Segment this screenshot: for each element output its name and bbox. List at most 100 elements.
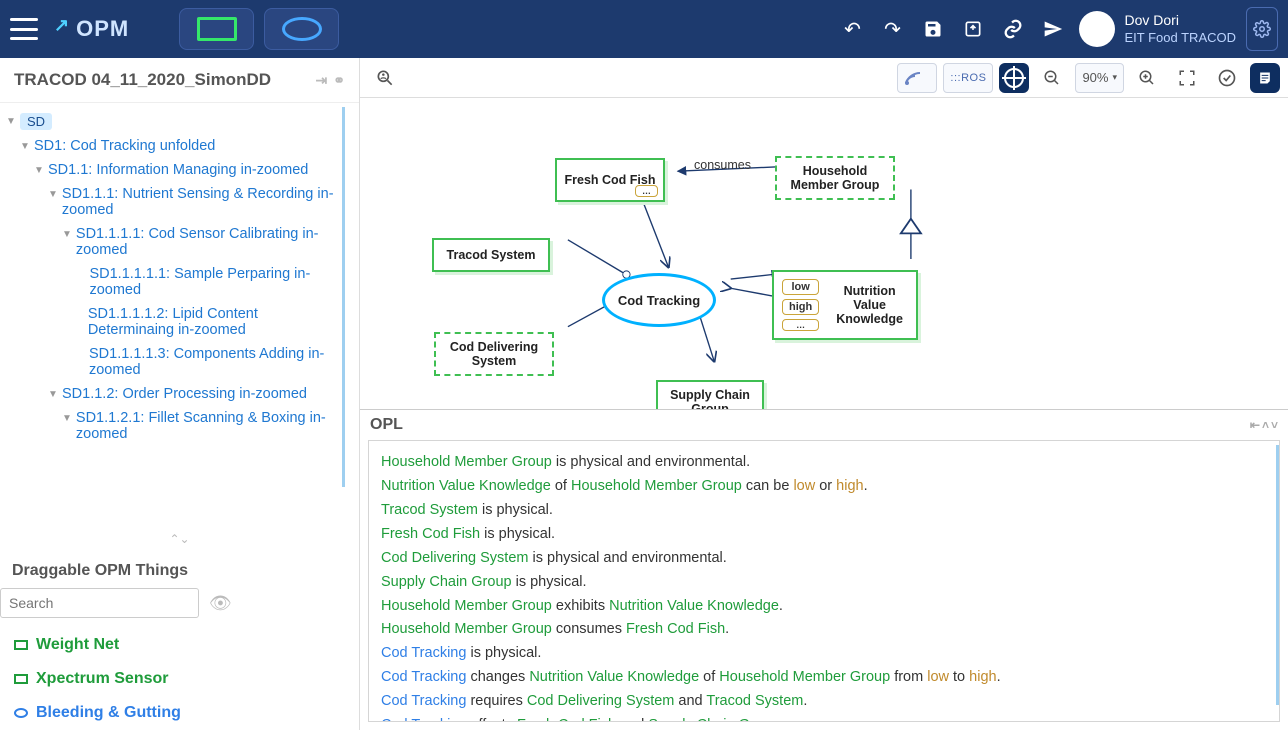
logo-arrow-icon: ↗: [54, 15, 70, 36]
send-button[interactable]: [1033, 9, 1073, 49]
sd-chip[interactable]: SD: [20, 113, 52, 130]
opl-sentence: Household Member Group is physical and e…: [381, 451, 1267, 475]
opl-sentence: Cod Tracking affects Fresh Cod Fish and …: [381, 714, 1267, 722]
notes-button[interactable]: [1250, 63, 1280, 93]
node-fresh-cod[interactable]: Fresh Cod Fish …: [555, 158, 665, 202]
tree-item[interactable]: ▼ SD1: Cod Tracking unfolded: [2, 134, 353, 158]
redo-button[interactable]: ↷: [873, 9, 913, 49]
zoom-in-button[interactable]: [1130, 63, 1164, 93]
tree-item[interactable]: ▼ SD1.1.2.1: Fillet Scanning & Boxing in-…: [2, 406, 353, 446]
draggable-thing[interactable]: Weight Net: [0, 628, 359, 662]
user-project: EIT Food TRACOD: [1125, 30, 1237, 47]
opl-up-icon[interactable]: ˄: [1262, 418, 1269, 432]
collapse-tree-icon[interactable]: ⇥: [316, 72, 328, 89]
caret-icon[interactable]: ▼: [62, 229, 72, 240]
tree-item-label: SD1.1.2: Order Processing in-zoomed: [62, 386, 307, 402]
tree-item-label: SD1: Cod Tracking unfolded: [34, 138, 215, 154]
save-button[interactable]: [913, 9, 953, 49]
tree-item[interactable]: ▼SD1.1.1.1: Cod Sensor Calibrating in-zo…: [2, 222, 353, 262]
caret-icon[interactable]: ▼: [6, 116, 16, 127]
tree-item[interactable]: SD1.1.1.1.3: Components Adding in-zoomed: [2, 342, 353, 382]
tree-link-icon[interactable]: ⚭: [333, 72, 345, 89]
top-bar: ↗ OPM ↶ ↷ Dov Dori EIT Food TRACOD: [0, 0, 1288, 58]
draggable-thing[interactable]: Bleeding & Gutting: [0, 696, 359, 730]
tree-item[interactable]: SD1.1.1.1.1: Sample Perparing in-zoomed: [2, 262, 353, 302]
new-process-button[interactable]: [264, 8, 339, 50]
process-icon: [14, 708, 28, 718]
sidebar: TRACOD 04_11_2020_SimonDD ⇥ ⚭ ▼ SD ▼ SD1:…: [0, 58, 360, 730]
ros-badge[interactable]: :::ROS: [943, 63, 993, 93]
mqtt-badge[interactable]: [897, 63, 937, 93]
node-nutrition[interactable]: low high … Nutrition Value Knowledge: [772, 270, 918, 340]
caret-icon[interactable]: ▼: [20, 141, 30, 152]
opl-sentence: Fresh Cod Fish is physical.: [381, 523, 1267, 547]
rect-icon: [197, 17, 237, 41]
node-supply-chain[interactable]: Supply Chain Group: [656, 380, 764, 409]
visibility-toggle-icon[interactable]: 👁: [209, 593, 232, 614]
fit-screen-button[interactable]: [1170, 63, 1204, 93]
caret-icon[interactable]: ▼: [48, 389, 58, 400]
opl-down-icon[interactable]: ˅: [1271, 418, 1278, 432]
tree-item-label: SD1.1.1: Nutrient Sensing & Recording in…: [62, 186, 347, 218]
caret-icon[interactable]: ▼: [48, 189, 58, 200]
node-household[interactable]: Household Member Group: [775, 156, 895, 200]
tree-item[interactable]: ▼ SD1.1.2: Order Processing in-zoomed: [2, 382, 353, 406]
panel-resize-handle[interactable]: ⌃⌄: [0, 530, 359, 548]
thing-label: Bleeding & Gutting: [36, 704, 181, 722]
opl-sentence: Cod Tracking is physical.: [381, 642, 1267, 666]
draggable-thing[interactable]: Xpectrum Sensor: [0, 662, 359, 696]
opl-sentence: Cod Delivering System is physical and en…: [381, 547, 1267, 571]
zoom-level[interactable]: 90%▾: [1075, 63, 1124, 93]
export-button[interactable]: [953, 9, 993, 49]
undo-button[interactable]: ↶: [833, 9, 873, 49]
crosshair-icon: [1004, 68, 1024, 88]
canvas-toolbar: :::ROS 90%▾: [360, 58, 1288, 98]
tree-item-label: SD1.1.1.1.3: Components Adding in-zoomed: [89, 346, 347, 378]
settings-button[interactable]: [1246, 7, 1278, 51]
app-logo: ↗ OPM: [54, 16, 129, 42]
canvas-column: :::ROS 90%▾: [360, 58, 1288, 730]
opl-sentence: Household Member Group consumes Fresh Co…: [381, 618, 1267, 642]
opl-sentence: Tracod System is physical.: [381, 499, 1267, 523]
caret-icon[interactable]: ▼: [62, 413, 72, 424]
node-cod-tracking[interactable]: Cod Tracking: [602, 273, 716, 327]
opl-sentence: Supply Chain Group is physical.: [381, 571, 1267, 595]
thing-label: Xpectrum Sensor: [36, 670, 168, 688]
things-title: Draggable OPM Things: [0, 548, 359, 588]
node-cod-delivering[interactable]: Cod Delivering System: [434, 332, 554, 376]
tree-item[interactable]: ▼SD1.1: Information Managing in-zoomed: [2, 158, 353, 182]
opl-sentence: Household Member Group exhibits Nutritio…: [381, 595, 1267, 619]
menu-icon[interactable]: [10, 18, 38, 40]
model-tree[interactable]: ▼ SD ▼ SD1: Cod Tracking unfolded ▼SD1.1: …: [0, 103, 359, 530]
opl-title: OPL: [370, 416, 403, 434]
caret-icon[interactable]: ▼: [34, 165, 44, 176]
zoom-out-button[interactable]: [1035, 63, 1069, 93]
thing-label: Weight Net: [36, 636, 119, 654]
opl-panel[interactable]: Household Member Group is physical and e…: [368, 440, 1280, 722]
tree-item[interactable]: SD1.1.1.1.2: Lipid Content Determinaing …: [2, 302, 353, 342]
tree-item[interactable]: ▼ SD1.1.1: Nutrient Sensing & Recording i…: [2, 182, 353, 222]
ellipse-icon: [282, 17, 322, 41]
opl-scrollbar[interactable]: [1276, 445, 1279, 705]
node-tracod-system[interactable]: Tracod System: [432, 238, 550, 272]
opl-collapse-icon[interactable]: ⇤: [1250, 418, 1260, 432]
link-button[interactable]: [993, 9, 1033, 49]
state-low[interactable]: low: [782, 279, 819, 295]
tree-root[interactable]: ▼ SD: [2, 109, 353, 134]
opl-sentence: Cod Tracking requires Cod Delivering Sys…: [381, 690, 1267, 714]
inspect-button[interactable]: [368, 63, 402, 93]
user-block: Dov Dori EIT Food TRACOD: [1125, 11, 1237, 46]
document-title: TRACOD 04_11_2020_SimonDD: [14, 70, 271, 90]
things-search-input[interactable]: [0, 588, 199, 618]
state-high[interactable]: high: [782, 299, 819, 315]
diagram-canvas[interactable]: Fresh Cod Fish … Household Member Group …: [360, 98, 1288, 409]
avatar[interactable]: [1079, 11, 1115, 47]
object-icon: [14, 640, 28, 650]
tree-item-label: SD1.1.2.1: Fillet Scanning & Boxing in-z…: [76, 410, 347, 442]
opl-header: OPL ⇤ ˄ ˅: [360, 409, 1288, 436]
new-object-button[interactable]: [179, 8, 254, 50]
tree-item-label: SD1.1.1.1.1: Sample Perparing in-zoomed: [89, 266, 347, 298]
validate-button[interactable]: [1210, 63, 1244, 93]
target-button[interactable]: [999, 63, 1029, 93]
tree-scrollbar[interactable]: [342, 107, 345, 487]
